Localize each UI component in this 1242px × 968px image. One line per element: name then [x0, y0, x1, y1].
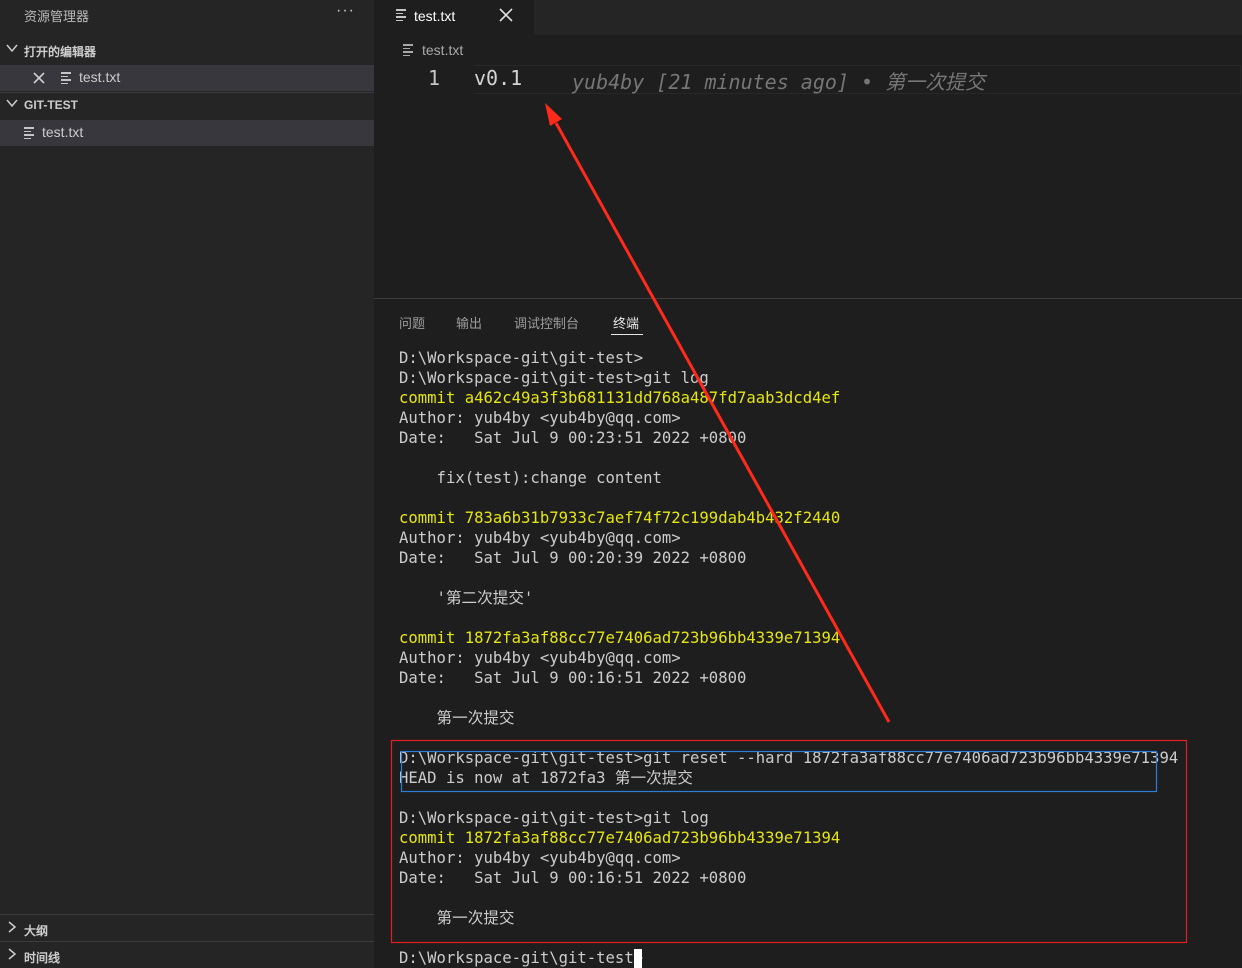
code-text[interactable]: v0.1 — [474, 66, 522, 90]
active-tab-indicator — [611, 334, 643, 335]
tab-output[interactable]: 输出 — [456, 313, 482, 332]
red-arrow-head — [545, 103, 562, 126]
timeline-section-header[interactable]: 时间线 — [0, 941, 374, 968]
open-editor-item-test-txt[interactable]: test.txt — [0, 65, 374, 91]
terminal-line: Author: yub4by <yub4by@qq.com> — [399, 529, 681, 547]
chevron-right-icon — [8, 948, 17, 960]
terminal-line: fix(test):change content — [399, 469, 662, 487]
close-icon[interactable] — [499, 8, 513, 22]
timeline-label: 时间线 — [24, 951, 61, 965]
open-editors-label: 打开的编辑器 — [24, 45, 97, 59]
terminal-line: Author: yub4by <yub4by@qq.com> — [399, 849, 681, 867]
line-number: 1 — [428, 66, 441, 90]
folder-label: GIT-TEST — [24, 98, 78, 112]
terminal-line: D:\Workspace-git\git-test> — [399, 949, 644, 967]
tab-debug-console[interactable]: 调试控制台 — [514, 313, 579, 332]
outline-label: 大纲 — [24, 924, 49, 938]
folder-file-label: test.txt — [42, 124, 84, 140]
explorer-sidebar: 资源管理器 ··· 打开的编辑器 test.txt GIT-TEST test.… — [0, 0, 374, 968]
outline-section-header[interactable]: 大纲 — [0, 914, 374, 941]
terminal-line: D:\Workspace-git\git-test>git log — [399, 809, 709, 827]
terminal-line: D:\Workspace-git\git-test> — [399, 349, 644, 367]
file-lines-icon — [61, 72, 71, 84]
tab-close-area — [494, 0, 534, 35]
tab-problems[interactable]: 问题 — [399, 313, 425, 332]
terminal-cursor — [634, 949, 642, 968]
terminal-line: Date: Sat Jul 9 00:23:51 2022 +0800 — [399, 429, 747, 447]
git-blame-annotation: yub4by [21 minutes ago] • 第一次提交 — [572, 70, 986, 94]
terminal-line: Date: Sat Jul 9 00:20:39 2022 +0800 — [399, 549, 747, 567]
file-lines-icon — [24, 127, 34, 139]
terminal-line: commit 1872fa3af88cc77e7406ad723b96bb433… — [399, 629, 841, 647]
terminal-line: 第一次提交 — [399, 909, 515, 927]
terminal-line: D:\Workspace-git\git-test>git log — [399, 369, 709, 387]
more-actions-icon[interactable]: ··· — [336, 2, 355, 20]
close-icon[interactable] — [33, 72, 45, 84]
terminal-line: HEAD is now at 1872fa3 第一次提交 — [399, 769, 693, 787]
tab-terminal[interactable]: 终端 — [613, 313, 639, 332]
editor-tab-test-txt[interactable]: test.txt — [374, 0, 494, 35]
terminal-line: Date: Sat Jul 9 00:16:51 2022 +0800 — [399, 869, 747, 887]
terminal-line: Author: yub4by <yub4by@qq.com> — [399, 409, 681, 427]
panel-divider — [374, 298, 1242, 299]
open-editors-section-header[interactable]: 打开的编辑器 — [0, 38, 374, 64]
editor-tab-bar: test.txt — [374, 0, 1242, 35]
terminal-line: commit a462c49a3f3b681131dd768a487fd7aab… — [399, 389, 841, 407]
chevron-down-icon — [6, 99, 18, 108]
breadcrumb[interactable]: test.txt — [422, 42, 463, 58]
terminal-line: 第一次提交 — [399, 709, 515, 727]
terminal-line: commit 1872fa3af88cc77e7406ad723b96bb433… — [399, 829, 841, 847]
chevron-down-icon — [6, 44, 18, 53]
folder-section-header[interactable]: GIT-TEST — [0, 93, 374, 119]
file-lines-icon — [403, 44, 413, 56]
chevron-right-icon — [8, 921, 17, 933]
terminal-line: D:\Workspace-git\git-test>git reset --ha… — [399, 749, 1179, 767]
terminal-line: Author: yub4by <yub4by@qq.com> — [399, 649, 681, 667]
editor-tab-label: test.txt — [414, 8, 456, 24]
terminal-line: Date: Sat Jul 9 00:16:51 2022 +0800 — [399, 669, 747, 687]
explorer-title: 资源管理器 — [24, 9, 90, 24]
folder-item-test-txt[interactable]: test.txt — [0, 120, 374, 146]
terminal-line: '第二次提交' — [399, 589, 534, 607]
terminal-line: commit 783a6b31b7933c7aef74f72c199dab4b4… — [399, 509, 841, 527]
open-editor-file-label: test.txt — [79, 69, 121, 85]
file-lines-icon — [396, 9, 406, 21]
